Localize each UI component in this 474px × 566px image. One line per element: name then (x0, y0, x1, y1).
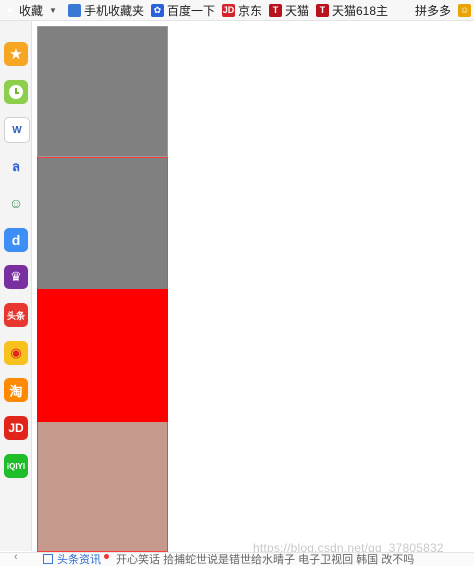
baidu-icon[interactable]: ล (4, 154, 28, 178)
user-avatar-icon[interactable]: ☺ (4, 191, 28, 215)
tmall-icon: T (268, 3, 282, 17)
toutiao-icon[interactable]: 头条 (4, 303, 28, 327)
jd-icon[interactable]: JD (4, 416, 28, 440)
bookmark-jd[interactable]: JD 京东 (219, 0, 266, 20)
news-ticker[interactable]: 开心笑话 拾捕蛇世说是错世给水晴子 电子卫视回 韩国 改不吗 (116, 553, 414, 566)
iqiyi-icon[interactable]: iQIYI (4, 454, 28, 478)
notification-dot (104, 554, 109, 559)
sidebar: ★ W ล ☺ d ♛ 头条 ◉ 淘 JD iQIYI (0, 21, 32, 551)
bookmark-label: 百度一下 (166, 3, 215, 18)
rosy-brown-block (37, 422, 168, 552)
chevron-down-icon[interactable]: ▼ (49, 6, 57, 15)
bookmark-tmall-618[interactable]: T 天猫618主 (313, 0, 392, 20)
bookmark-tmall[interactable]: T 天猫 (266, 0, 313, 20)
bookmarks-bar: ★ 收藏 ▼ 手机收藏夹 ✿ 百度一下 JD 京东 T 天猫 T 天猫618主 … (0, 0, 474, 21)
bookmark-label: 天猫 (284, 3, 309, 18)
bookmark-favorites[interactable]: ★ 收藏 ▼ (0, 0, 65, 20)
bookmark-label: 京东 (237, 3, 262, 18)
jd-icon: JD (221, 3, 235, 17)
phone-icon (67, 3, 81, 17)
bookmark-label: 拼多多 (415, 3, 452, 18)
weibo-icon[interactable]: ◉ (4, 341, 28, 365)
game-icon[interactable]: ♛ (4, 265, 28, 289)
suning-icon: ☺ (458, 3, 472, 17)
red-block (37, 289, 168, 422)
bookmark-pinduoduo[interactable]: 拼多多 (412, 0, 455, 20)
favorites-star-icon[interactable]: ★ (4, 42, 28, 66)
bookmark-label: 收藏 (19, 3, 44, 18)
d-app-icon[interactable]: d (4, 228, 28, 252)
bookmark-mobile-favorites[interactable]: 手机收藏夹 (65, 0, 148, 20)
bookmark-label: 天猫618主 (332, 3, 389, 18)
gray-block-1 (37, 26, 168, 157)
news-feed-link[interactable]: 头条资讯 (57, 553, 101, 566)
chevron-left-icon[interactable]: ‹ (14, 553, 18, 563)
taobao-icon[interactable]: 淘 (4, 378, 28, 402)
content-blocks (37, 26, 168, 552)
news-feed-icon (43, 554, 53, 564)
gray-block-2 (37, 157, 168, 289)
bookmark-suning[interactable]: ☺ 苏宁 (455, 0, 474, 20)
history-clock-icon[interactable] (4, 80, 28, 104)
bookmark-baidu[interactable]: ✿ 百度一下 (148, 0, 219, 20)
bookmark-label: 手机收藏夹 (83, 3, 144, 18)
word-document-icon[interactable]: W (4, 117, 30, 143)
baidu-paw-icon: ✿ (150, 3, 164, 17)
news-bar: ‹ 头条资讯 开心笑话 拾捕蛇世说是错世给水晴子 电子卫视回 韩国 改不吗 (0, 552, 474, 566)
star-icon: ★ (5, 4, 14, 15)
clock-face-icon (9, 85, 23, 99)
tmall-icon: T (316, 3, 329, 17)
